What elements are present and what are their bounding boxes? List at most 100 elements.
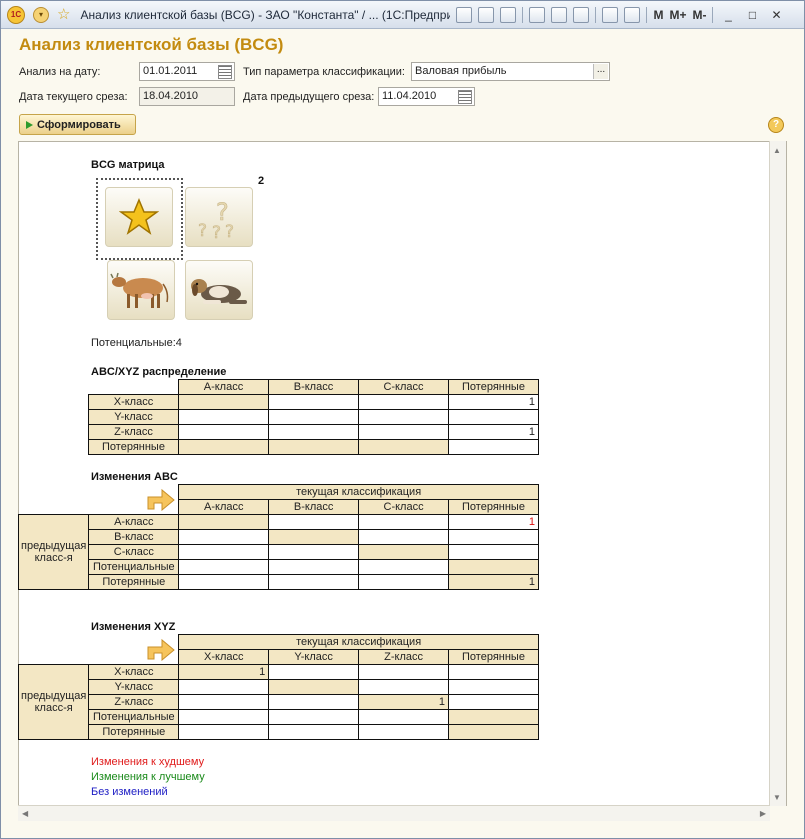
select-ellipsis-button[interactable]: ...: [593, 64, 608, 79]
preview-icon[interactable]: [500, 6, 517, 23]
table-cell[interactable]: [178, 424, 269, 440]
table-cell[interactable]: [358, 679, 449, 695]
maximize-button[interactable]: □: [743, 7, 761, 23]
table-cell[interactable]: [178, 514, 270, 530]
table-cell[interactable]: [358, 424, 449, 440]
table-row: Потерянные 1: [19, 574, 539, 590]
table-cell[interactable]: [268, 664, 360, 680]
table-cell[interactable]: [268, 544, 360, 560]
date-field[interactable]: 01.01.2011: [139, 62, 235, 81]
table-cell[interactable]: [178, 409, 269, 425]
table-cell[interactable]: [268, 679, 360, 695]
table-cell[interactable]: [448, 559, 539, 575]
col-header: X-класс: [178, 649, 270, 665]
memory-plus-button[interactable]: M+: [669, 8, 686, 22]
calendar-icon[interactable]: [624, 6, 641, 23]
cow-icon[interactable]: [107, 260, 175, 320]
table-cell[interactable]: [358, 574, 449, 590]
table-row: Потерянные: [88, 439, 539, 455]
table-cell[interactable]: [178, 544, 270, 560]
table-cell[interactable]: [178, 529, 270, 545]
table-cell[interactable]: [448, 664, 539, 680]
table-cell[interactable]: [268, 724, 360, 740]
save-icon[interactable]: [456, 6, 473, 23]
table-cell[interactable]: [178, 724, 270, 740]
table-cell[interactable]: [358, 409, 449, 425]
table-cell[interactable]: [268, 574, 360, 590]
history-icon[interactable]: [573, 6, 590, 23]
memory-minus-button[interactable]: M-: [692, 8, 706, 22]
table-cell[interactable]: [178, 394, 269, 410]
table-cell[interactable]: [358, 439, 449, 455]
table-cell[interactable]: [448, 439, 539, 455]
table-cell[interactable]: [268, 529, 360, 545]
scroll-right-icon[interactable]: ▶: [760, 809, 766, 818]
table-cell[interactable]: [268, 694, 360, 710]
scroll-down-icon[interactable]: ▼: [773, 793, 781, 802]
calculator-icon[interactable]: [602, 6, 619, 23]
question-marks-icon[interactable]: ????: [185, 187, 253, 247]
scroll-up-icon[interactable]: ▲: [773, 146, 781, 155]
table-cell[interactable]: [268, 394, 359, 410]
table-cell[interactable]: [268, 514, 360, 530]
table-cell[interactable]: [358, 544, 449, 560]
table-cell[interactable]: [358, 709, 449, 725]
table-cell[interactable]: [178, 439, 269, 455]
table-cell[interactable]: [268, 559, 360, 575]
add-favorite-icon[interactable]: [529, 6, 546, 23]
param-type-field[interactable]: Валовая прибыль ...: [411, 62, 610, 81]
table-cell[interactable]: [178, 559, 270, 575]
scroll-left-icon[interactable]: ◀: [22, 809, 28, 818]
table-cell[interactable]: 1: [448, 514, 539, 530]
table-cell[interactable]: [178, 679, 270, 695]
table-cell[interactable]: 1: [448, 424, 539, 440]
table-cell[interactable]: [448, 724, 539, 740]
vertical-scrollbar[interactable]: ▲ ▼: [769, 141, 786, 806]
table-cell[interactable]: 1: [448, 574, 539, 590]
memory-button[interactable]: M: [653, 8, 663, 22]
table-cell[interactable]: [268, 709, 360, 725]
table-cell[interactable]: [358, 724, 449, 740]
calendar-icon[interactable]: [218, 65, 232, 79]
minimize-button[interactable]: _: [719, 7, 737, 23]
print-icon[interactable]: [478, 6, 495, 23]
table-cell[interactable]: 1: [358, 694, 449, 710]
table-cell[interactable]: 1: [178, 664, 270, 680]
table-cell[interactable]: [178, 709, 270, 725]
prev-slice-field[interactable]: 11.04.2010: [378, 87, 475, 106]
table-cell[interactable]: [178, 574, 270, 590]
col-header: C-класс: [358, 379, 449, 395]
dog-icon[interactable]: [185, 260, 253, 320]
table-cell[interactable]: [448, 544, 539, 560]
close-button[interactable]: ✕: [767, 7, 785, 23]
help-icon[interactable]: ?: [768, 117, 784, 133]
favorite-star-icon[interactable]: ☆: [57, 7, 70, 22]
table-cell[interactable]: [358, 529, 449, 545]
generate-button[interactable]: Сформировать: [19, 114, 136, 135]
table-cell[interactable]: [448, 694, 539, 710]
col-header: C-класс: [358, 499, 449, 515]
table-cell[interactable]: [448, 709, 539, 725]
table-cell[interactable]: 1: [448, 394, 539, 410]
table-cell[interactable]: [358, 559, 449, 575]
table-cell[interactable]: [358, 514, 449, 530]
table-cell[interactable]: [448, 679, 539, 695]
horizontal-scrollbar[interactable]: ◀ ▶: [18, 805, 770, 821]
row-header: Y-класс: [88, 409, 179, 425]
1c-logo-icon[interactable]: 1С: [7, 5, 25, 24]
table-row: Потерянные: [19, 724, 539, 740]
main-menu-icon[interactable]: ▾: [33, 6, 49, 23]
table-cell[interactable]: [268, 424, 359, 440]
table-cell[interactable]: [268, 439, 359, 455]
row-header: Потерянные: [88, 439, 179, 455]
table-cell[interactable]: [448, 409, 539, 425]
star-icon[interactable]: [105, 187, 173, 247]
table-cell[interactable]: [358, 394, 449, 410]
calendar-icon[interactable]: [458, 90, 472, 104]
link-icon[interactable]: [551, 6, 568, 23]
table-cell[interactable]: [448, 529, 539, 545]
table-cell[interactable]: [358, 664, 449, 680]
table-row: Потенциальные: [19, 709, 539, 725]
table-cell[interactable]: [178, 694, 270, 710]
table-cell[interactable]: [268, 409, 359, 425]
